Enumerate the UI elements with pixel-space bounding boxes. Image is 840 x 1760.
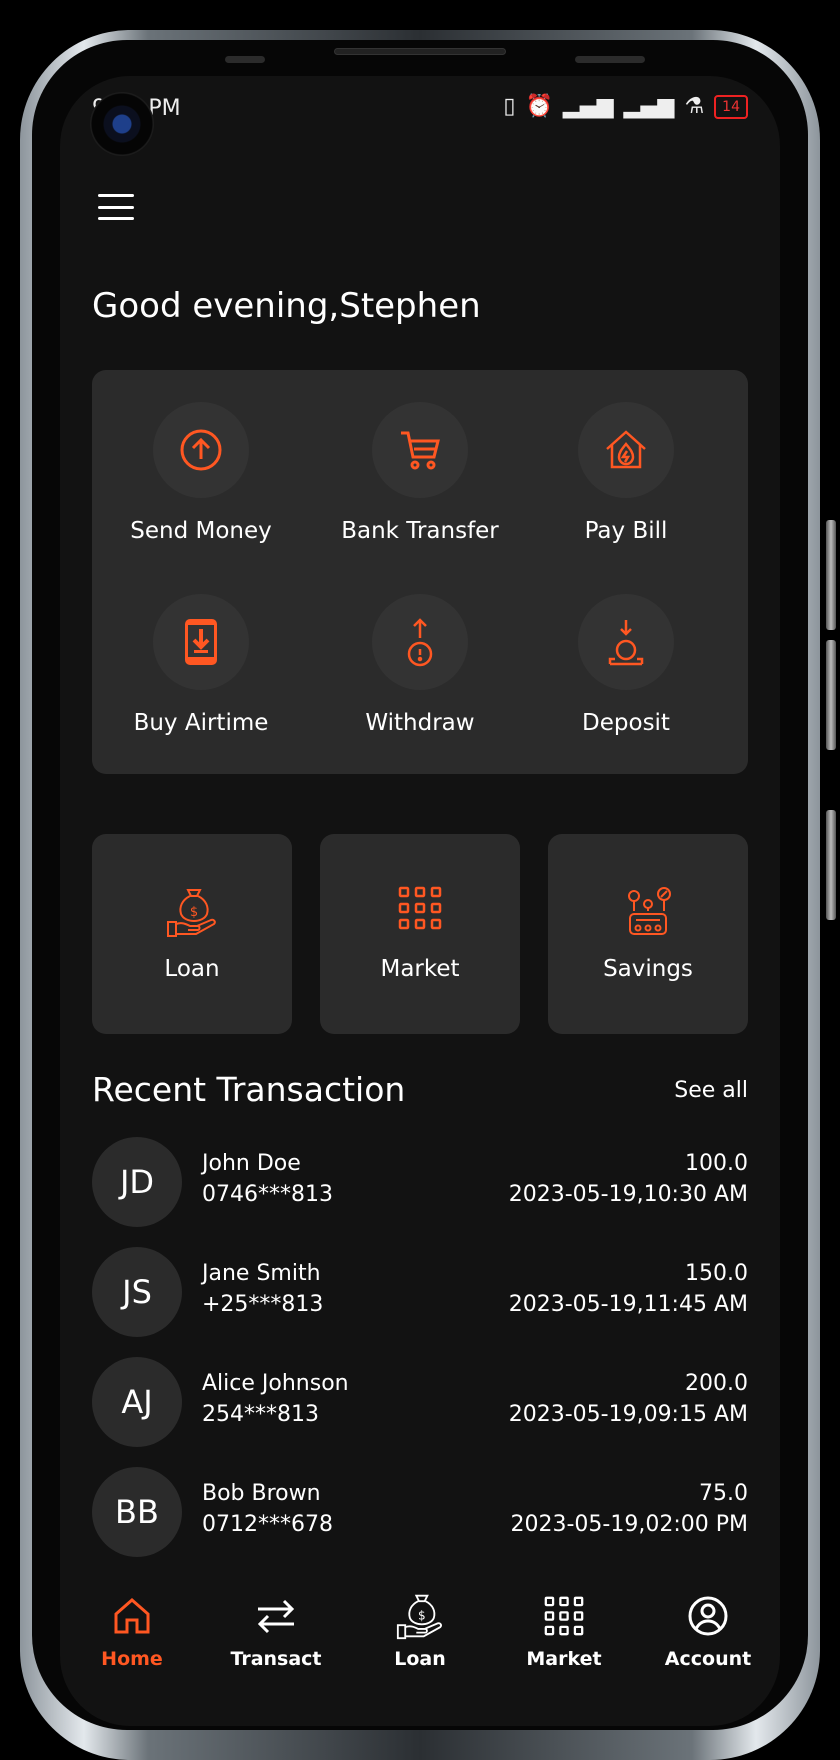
transaction-phone: 254***813 bbox=[202, 1402, 319, 1427]
nav-loan[interactable]: $ Loan bbox=[360, 1592, 480, 1670]
transaction-amount: 150.0 bbox=[685, 1261, 748, 1286]
transaction-phone: +25***813 bbox=[202, 1292, 324, 1317]
front-camera bbox=[90, 92, 154, 156]
transaction-amount: 100.0 bbox=[685, 1151, 748, 1176]
nav-transact[interactable]: Transact bbox=[216, 1592, 336, 1670]
app-screen: 9:57 PM ▯ ⏰ ▂▄▆ ▂▄▆ ⚗ 14 Good evening,St… bbox=[60, 76, 780, 1726]
svg-text:$: $ bbox=[190, 905, 198, 920]
avatar: BB bbox=[92, 1467, 182, 1557]
transfer-arrows-icon bbox=[257, 1599, 295, 1634]
lab-icon: ⚗ bbox=[684, 94, 705, 119]
loan-tile[interactable]: $ Loan bbox=[92, 834, 292, 1034]
nav-market-label: Market bbox=[526, 1648, 602, 1670]
buy-airtime-label: Buy Airtime bbox=[133, 710, 269, 736]
bottom-nav: Home Transact $ Loan Market Account bbox=[60, 1576, 780, 1696]
quick-actions-card: Send Money Bank Transfer Pay Bill Buy Ai… bbox=[92, 370, 748, 774]
market-tile[interactable]: Market bbox=[320, 834, 520, 1034]
money-bag-hand-icon: $ bbox=[167, 889, 216, 937]
buy-airtime-button[interactable]: Buy Airtime bbox=[101, 594, 301, 736]
earpiece bbox=[334, 48, 506, 55]
status-icons: ▯ ⏰ ▂▄▆ ▂▄▆ ⚗ 14 bbox=[503, 94, 748, 119]
cart-icon bbox=[401, 431, 440, 470]
transaction-row[interactable]: BB Bob Brown 0712***678 75.0 2023-05-19,… bbox=[92, 1467, 748, 1557]
savings-icon bbox=[628, 887, 671, 935]
transaction-row[interactable]: JS Jane Smith +25***813 150.0 2023-05-19… bbox=[92, 1247, 748, 1337]
signal-icon: ▂▄▆ bbox=[562, 94, 614, 119]
volume-button-2 bbox=[826, 640, 836, 750]
bank-transfer-button[interactable]: Bank Transfer bbox=[320, 402, 520, 544]
withdraw-button[interactable]: Withdraw bbox=[320, 594, 520, 736]
deposit-button[interactable]: Deposit bbox=[526, 594, 726, 736]
pay-bill-label: Pay Bill bbox=[584, 518, 668, 544]
greeting: Good evening,Stephen bbox=[92, 286, 481, 326]
avatar: JS bbox=[92, 1247, 182, 1337]
avatar: JD bbox=[92, 1137, 182, 1227]
send-money-button[interactable]: Send Money bbox=[101, 402, 301, 544]
transaction-amount: 200.0 bbox=[685, 1371, 748, 1396]
arrow-up-circle-icon bbox=[180, 429, 222, 471]
transaction-date: 2023-05-19,09:15 AM bbox=[508, 1402, 748, 1427]
market-label: Market bbox=[380, 956, 460, 982]
withdraw-icon bbox=[407, 618, 433, 667]
signal-icon-2: ▂▄▆ bbox=[623, 94, 675, 119]
see-all-link[interactable]: See all bbox=[674, 1078, 748, 1103]
loan-label: Loan bbox=[164, 956, 220, 982]
vibrate-icon: ▯ bbox=[503, 94, 516, 119]
avatar: AJ bbox=[92, 1357, 182, 1447]
transaction-phone: 0746***813 bbox=[202, 1182, 333, 1207]
svg-text:$: $ bbox=[418, 1609, 426, 1623]
transaction-row[interactable]: AJ Alice Johnson 254***813 200.0 2023-05… bbox=[92, 1357, 748, 1447]
user-circle-icon bbox=[688, 1596, 728, 1636]
volume-button bbox=[826, 520, 836, 630]
transaction-name: John Doe bbox=[202, 1151, 301, 1176]
savings-label: Savings bbox=[603, 956, 693, 982]
menu-icon[interactable] bbox=[98, 194, 134, 220]
sensor-2 bbox=[575, 56, 645, 63]
savings-tile[interactable]: Savings bbox=[548, 834, 748, 1034]
transaction-name: Alice Johnson bbox=[202, 1371, 349, 1396]
recent-transaction-title: Recent Transaction bbox=[92, 1070, 406, 1109]
nav-home[interactable]: Home bbox=[72, 1592, 192, 1670]
transaction-amount: 75.0 bbox=[699, 1481, 748, 1506]
home-icon bbox=[114, 1598, 150, 1634]
grid-icon bbox=[544, 1596, 584, 1636]
nav-market[interactable]: Market bbox=[504, 1592, 624, 1670]
nav-loan-label: Loan bbox=[394, 1648, 446, 1670]
grid-icon bbox=[398, 886, 442, 930]
send-money-label: Send Money bbox=[130, 518, 272, 544]
deposit-icon bbox=[608, 620, 644, 666]
nav-account-label: Account bbox=[664, 1648, 752, 1670]
transaction-row[interactable]: JD John Doe 0746***813 100.0 2023-05-19,… bbox=[92, 1137, 748, 1227]
withdraw-label: Withdraw bbox=[365, 710, 475, 736]
transaction-phone: 0712***678 bbox=[202, 1512, 333, 1537]
pay-bill-button[interactable]: Pay Bill bbox=[526, 402, 726, 544]
sensor bbox=[225, 56, 265, 63]
transaction-name: Bob Brown bbox=[202, 1481, 321, 1506]
bank-transfer-label: Bank Transfer bbox=[341, 518, 499, 544]
transaction-name: Jane Smith bbox=[202, 1261, 321, 1286]
alarm-icon: ⏰ bbox=[525, 94, 553, 119]
transaction-date: 2023-05-19,10:30 AM bbox=[508, 1182, 748, 1207]
deposit-label: Deposit bbox=[582, 710, 670, 736]
status-bar: 9:57 PM ▯ ⏰ ▂▄▆ ▂▄▆ ⚗ 14 bbox=[60, 90, 780, 156]
house-flame-icon bbox=[606, 430, 646, 469]
transaction-date: 2023-05-19,11:45 AM bbox=[508, 1292, 748, 1317]
phone-download-icon bbox=[185, 619, 217, 665]
battery-icon: 14 bbox=[714, 94, 748, 119]
nav-home-label: Home bbox=[101, 1648, 163, 1670]
nav-transact-label: Transact bbox=[230, 1648, 322, 1670]
power-button bbox=[826, 810, 836, 920]
money-bag-hand-icon: $ bbox=[396, 1594, 442, 1640]
nav-account[interactable]: Account bbox=[648, 1592, 768, 1670]
transaction-date: 2023-05-19,02:00 PM bbox=[510, 1512, 749, 1537]
